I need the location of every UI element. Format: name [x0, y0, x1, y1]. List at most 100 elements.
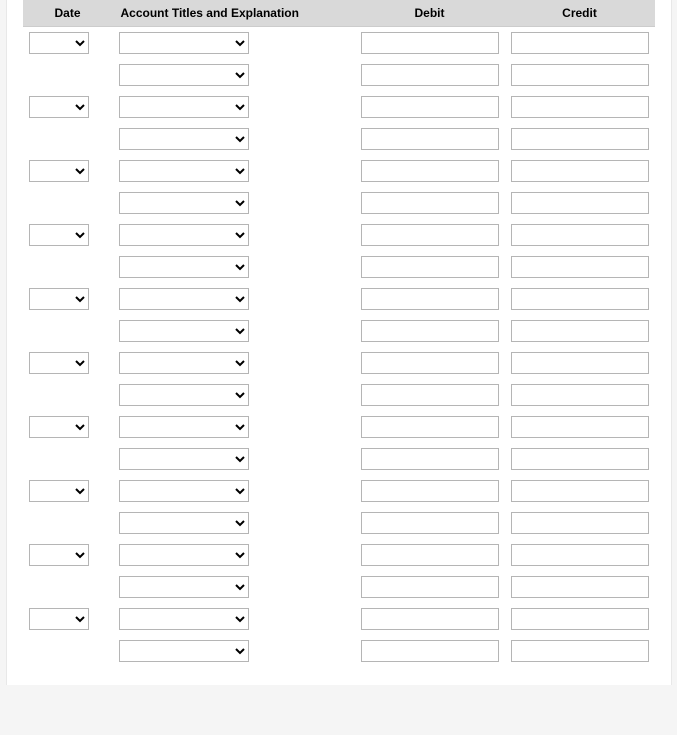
account-cell [113, 283, 355, 315]
debit-input[interactable] [361, 32, 499, 54]
date-select[interactable] [29, 96, 89, 118]
account-select[interactable] [119, 352, 249, 374]
account-cell [113, 443, 355, 475]
debit-input[interactable] [361, 576, 499, 598]
account-select[interactable] [119, 320, 249, 342]
date-cell [23, 507, 113, 539]
debit-input[interactable] [361, 608, 499, 630]
credit-cell [505, 59, 655, 91]
date-select[interactable] [29, 224, 89, 246]
journal-row [23, 411, 655, 443]
credit-input[interactable] [511, 480, 649, 502]
debit-input[interactable] [361, 224, 499, 246]
credit-input[interactable] [511, 384, 649, 406]
debit-input[interactable] [361, 64, 499, 86]
account-select[interactable] [119, 480, 249, 502]
debit-input[interactable] [361, 480, 499, 502]
credit-input[interactable] [511, 288, 649, 310]
date-cell [23, 27, 113, 59]
debit-input[interactable] [361, 128, 499, 150]
account-select[interactable] [119, 576, 249, 598]
date-select[interactable] [29, 32, 89, 54]
credit-input[interactable] [511, 64, 649, 86]
date-select[interactable] [29, 288, 89, 310]
account-select[interactable] [119, 128, 249, 150]
credit-input[interactable] [511, 352, 649, 374]
debit-input[interactable] [361, 384, 499, 406]
credit-input[interactable] [511, 160, 649, 182]
debit-input[interactable] [361, 96, 499, 118]
account-select[interactable] [119, 448, 249, 470]
table-header: Date Account Titles and Explanation Debi… [23, 0, 655, 27]
credit-input[interactable] [511, 96, 649, 118]
journal-table: Date Account Titles and Explanation Debi… [23, 0, 655, 667]
credit-cell [505, 91, 655, 123]
debit-input[interactable] [361, 416, 499, 438]
account-select[interactable] [119, 32, 249, 54]
debit-cell [355, 283, 505, 315]
date-select[interactable] [29, 480, 89, 502]
debit-cell [355, 571, 505, 603]
account-cell [113, 539, 355, 571]
credit-input[interactable] [511, 224, 649, 246]
debit-input[interactable] [361, 288, 499, 310]
debit-input[interactable] [361, 192, 499, 214]
account-select[interactable] [119, 160, 249, 182]
account-select[interactable] [119, 608, 249, 630]
date-select[interactable] [29, 160, 89, 182]
credit-input[interactable] [511, 32, 649, 54]
date-select[interactable] [29, 352, 89, 374]
credit-input[interactable] [511, 608, 649, 630]
journal-row [23, 59, 655, 91]
account-select[interactable] [119, 256, 249, 278]
date-select[interactable] [29, 544, 89, 566]
credit-input[interactable] [511, 512, 649, 534]
account-select[interactable] [119, 288, 249, 310]
credit-cell [505, 443, 655, 475]
account-select[interactable] [119, 96, 249, 118]
credit-input[interactable] [511, 544, 649, 566]
date-cell [23, 539, 113, 571]
credit-input[interactable] [511, 448, 649, 470]
journal-row [23, 283, 655, 315]
account-cell [113, 347, 355, 379]
account-select[interactable] [119, 384, 249, 406]
debit-cell [355, 411, 505, 443]
credit-input[interactable] [511, 192, 649, 214]
debit-input[interactable] [361, 352, 499, 374]
credit-input[interactable] [511, 128, 649, 150]
debit-cell [355, 475, 505, 507]
debit-cell [355, 59, 505, 91]
account-select[interactable] [119, 640, 249, 662]
date-select[interactable] [29, 608, 89, 630]
account-select[interactable] [119, 544, 249, 566]
credit-input[interactable] [511, 576, 649, 598]
date-cell [23, 91, 113, 123]
date-select[interactable] [29, 416, 89, 438]
credit-input[interactable] [511, 416, 649, 438]
debit-input[interactable] [361, 448, 499, 470]
debit-input[interactable] [361, 320, 499, 342]
debit-input[interactable] [361, 512, 499, 534]
debit-input[interactable] [361, 160, 499, 182]
debit-input[interactable] [361, 256, 499, 278]
account-select[interactable] [119, 416, 249, 438]
credit-input[interactable] [511, 320, 649, 342]
credit-cell [505, 539, 655, 571]
debit-input[interactable] [361, 544, 499, 566]
debit-cell [355, 539, 505, 571]
account-select[interactable] [119, 192, 249, 214]
account-cell [113, 187, 355, 219]
credit-input[interactable] [511, 256, 649, 278]
account-select[interactable] [119, 224, 249, 246]
debit-input[interactable] [361, 640, 499, 662]
journal-body [23, 27, 655, 667]
account-cell [113, 571, 355, 603]
journal-row [23, 347, 655, 379]
account-select[interactable] [119, 512, 249, 534]
account-select[interactable] [119, 64, 249, 86]
credit-input[interactable] [511, 640, 649, 662]
date-cell [23, 443, 113, 475]
credit-cell [505, 123, 655, 155]
journal-row [23, 443, 655, 475]
